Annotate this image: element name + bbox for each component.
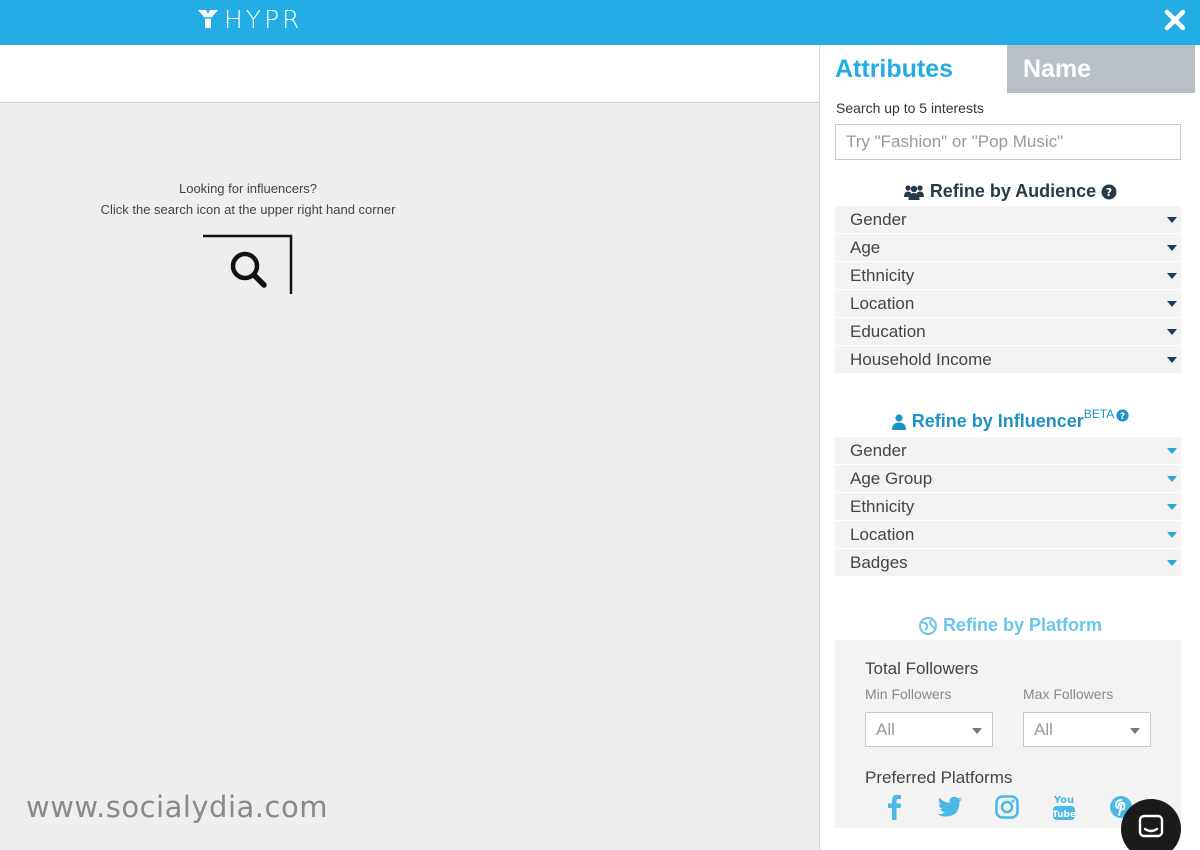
filter-label: Household Income (850, 350, 992, 369)
audience-filter-age[interactable]: Age (835, 234, 1181, 262)
help-icon[interactable]: ? (1101, 184, 1117, 200)
beta-badge: BETA (1083, 406, 1115, 421)
influencer-filter-list: Gender Age Group Ethnicity Location Badg… (835, 437, 1181, 577)
search-icon (203, 234, 293, 294)
top-bar: HYPR (0, 0, 1200, 45)
hypr-logo-icon (198, 10, 218, 28)
caret-down-icon (1167, 532, 1177, 538)
caret-down-icon (1167, 476, 1177, 482)
filter-label: Education (850, 322, 926, 341)
tab-name[interactable]: Name (1007, 45, 1195, 93)
filter-label: Gender (850, 441, 907, 460)
filter-label: Ethnicity (850, 497, 915, 516)
caret-down-icon (972, 728, 982, 734)
refine-by-influencer-title: Refine by Influencer BETA ? (820, 407, 1200, 432)
audience-filter-household-income[interactable]: Household Income (835, 346, 1181, 374)
audience-filter-education[interactable]: Education (835, 318, 1181, 346)
help-icon[interactable]: ? (1116, 409, 1129, 422)
caret-down-icon (1167, 560, 1177, 566)
audience-filter-location[interactable]: Location (835, 290, 1181, 318)
refine-by-influencer-text: Refine by Influencer (911, 411, 1084, 431)
filter-label: Age (850, 238, 881, 257)
total-followers-label: Total Followers (865, 659, 979, 678)
filter-label: Location (850, 525, 915, 544)
chat-launcher-button[interactable] (1121, 799, 1181, 850)
svg-text:?: ? (1106, 186, 1112, 199)
globe-icon (918, 616, 937, 635)
svg-text:You: You (1053, 795, 1074, 806)
instagram-icon[interactable] (992, 792, 1022, 822)
watermark: www.socialydia.com (26, 790, 328, 824)
chat-icon (1138, 814, 1164, 838)
preferred-platforms-label: Preferred Platforms (865, 768, 1013, 787)
influencer-filter-age-group[interactable]: Age Group (835, 465, 1181, 493)
refine-by-platform-text: Refine by Platform (942, 615, 1103, 635)
influencer-filter-location[interactable]: Location (835, 521, 1181, 549)
interest-search-label: Search up to 5 interests (836, 100, 984, 116)
caret-down-icon (1130, 728, 1140, 734)
influencer-filter-gender[interactable]: Gender (835, 437, 1181, 465)
filter-label: Ethnicity (850, 266, 915, 285)
min-followers-label: Min Followers (865, 686, 952, 702)
filter-label: Age Group (850, 469, 933, 488)
filter-panel: Attributes Name Search up to 5 interests… (819, 45, 1200, 850)
main-toolbar-area (0, 45, 819, 103)
max-followers-value: All (1034, 720, 1053, 739)
refine-by-platform-title: Refine by Platform (820, 615, 1200, 636)
twitter-icon[interactable] (935, 792, 965, 822)
caret-down-icon (1167, 217, 1177, 223)
audience-filter-ethnicity[interactable]: Ethnicity (835, 262, 1181, 290)
caret-down-icon (1167, 329, 1177, 335)
facebook-icon[interactable] (879, 792, 909, 822)
caret-down-icon (1167, 273, 1177, 279)
audience-filter-gender[interactable]: Gender (835, 206, 1181, 234)
caret-down-icon (1167, 504, 1177, 510)
close-button[interactable] (1162, 7, 1188, 33)
refine-by-audience-text: Refine by Audience (929, 181, 1097, 201)
users-icon (903, 184, 924, 200)
user-icon (891, 413, 906, 430)
caret-down-icon (1167, 245, 1177, 251)
min-followers-select[interactable]: All (865, 712, 993, 747)
audience-filter-list: Gender Age Ethnicity Location Education … (835, 206, 1181, 374)
max-followers-select[interactable]: All (1023, 712, 1151, 747)
caret-down-icon (1167, 301, 1177, 307)
influencer-filter-ethnicity[interactable]: Ethnicity (835, 493, 1181, 521)
empty-state-hint: Looking for influencers? Click the searc… (78, 178, 418, 220)
filter-label: Badges (850, 553, 908, 572)
filter-label: Gender (850, 210, 907, 229)
filter-label: Location (850, 294, 915, 313)
svg-text:Tube: Tube (1052, 810, 1076, 820)
refine-by-audience-title: Refine by Audience ? (820, 181, 1200, 202)
interest-search-input[interactable] (835, 124, 1181, 160)
hint-line-1: Looking for influencers? (178, 181, 318, 196)
min-followers-value: All (876, 720, 895, 739)
youtube-icon[interactable]: You Tube (1049, 792, 1079, 822)
logo-text: HYPR (224, 4, 303, 34)
tab-attributes[interactable]: Attributes (835, 55, 953, 84)
caret-down-icon (1167, 357, 1177, 363)
influencer-filter-badges[interactable]: Badges (835, 549, 1181, 577)
svg-text:?: ? (1120, 412, 1125, 422)
hint-line-2: Click the search icon at the upper right… (100, 202, 396, 217)
max-followers-label: Max Followers (1023, 686, 1114, 702)
close-icon (1164, 9, 1186, 31)
caret-down-icon (1167, 448, 1177, 454)
hypr-logo[interactable]: HYPR (196, 4, 303, 34)
search-illustration (203, 234, 295, 296)
